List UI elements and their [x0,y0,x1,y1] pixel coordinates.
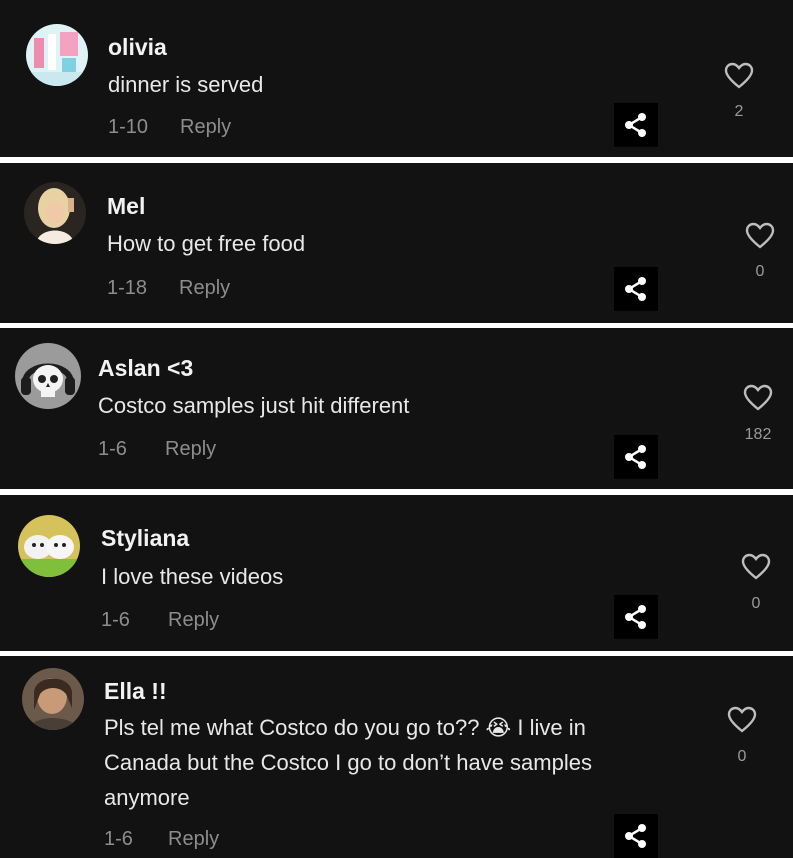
avatar[interactable] [26,24,88,86]
comment-card-styliana: Styliana I love these videos 1-6 Reply 0 [0,495,793,651]
comment-text: Costco samples just hit different [98,393,410,418]
comment-author[interactable]: Mel [107,193,145,220]
reply-button[interactable]: Reply [180,116,231,139]
comment-text: dinner is served [108,72,264,97]
heart-icon[interactable] [745,222,775,250]
share-icon [625,277,646,301]
heart-icon[interactable] [727,706,757,734]
share-button[interactable] [614,103,658,147]
comment-date: 1-18 [107,277,148,299]
share-button[interactable] [614,267,658,311]
avatar[interactable] [24,182,86,244]
heart-icon[interactable] [724,62,754,90]
comment-text: I love these videos [101,564,284,589]
reply-button[interactable]: Reply [168,828,219,851]
avatar[interactable] [22,668,84,730]
comment-author[interactable]: Ella !! [104,678,167,705]
avatar[interactable] [18,515,80,577]
comment-author[interactable]: Aslan <3 [98,355,193,382]
comment-text: How to get free food [107,231,306,256]
heart-icon[interactable] [741,553,771,581]
share-button[interactable] [614,435,658,479]
comment-text: Pls tel me what Costco do you go to?? 😭 … [104,715,586,740]
heart-icon[interactable] [743,384,773,412]
comment-date: 1-6 [98,438,127,460]
share-button[interactable] [614,595,658,639]
comment-author[interactable]: Styliana [101,525,189,552]
like-count: 0 [737,748,747,765]
comment-author[interactable]: olivia [108,34,167,61]
comment-date: 1-6 [101,609,130,631]
like-count: 2 [734,103,744,120]
reply-button[interactable]: Reply [165,438,216,461]
avatar[interactable] [15,343,81,409]
share-icon [625,824,646,848]
comment-date: 1-6 [104,828,133,850]
like-count: 182 [744,426,772,443]
share-icon [625,605,646,629]
like-count: 0 [751,595,761,612]
like-count: 0 [755,263,765,280]
comment-text: Canada but the Costco I go to don’t have… [104,750,592,775]
share-icon [625,113,646,137]
share-icon [625,445,646,469]
reply-button[interactable]: Reply [168,609,219,632]
comment-card-ella: Ella !! Pls tel me what Costco do you go… [0,656,793,858]
comment-date: 1-10 [108,116,149,138]
share-button[interactable] [614,814,658,858]
comment-card-mel: Mel How to get free food 1-18 Reply 0 [0,163,793,323]
comment-text: anymore [104,785,190,810]
comment-card-olivia: olivia dinner is served 1-10 Reply 2 [0,0,793,157]
comment-card-aslan: Aslan <3 Costco samples just hit differe… [0,328,793,489]
reply-button[interactable]: Reply [179,277,230,300]
